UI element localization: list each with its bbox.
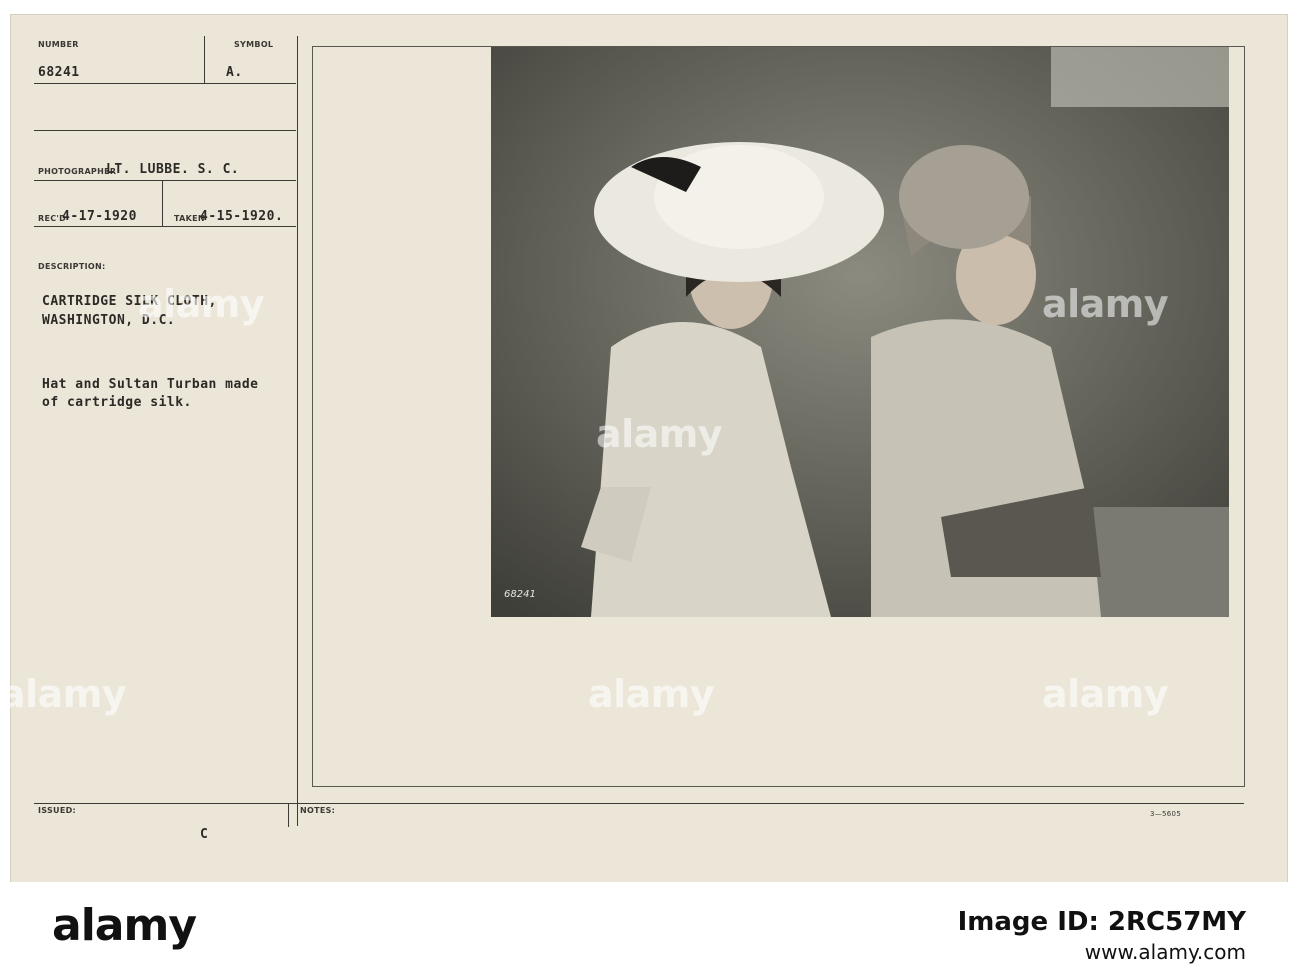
watermark: alamy [1042,282,1169,326]
number-value: 68241 [38,65,80,80]
watermark: alamy [596,412,723,456]
issued-mark: C [200,827,209,842]
form-line-column [297,36,298,826]
caption-line-1: Hat and Sultan Turban made [42,377,259,392]
watermark: alamy [0,672,127,716]
form-code: 3—5605 [1150,810,1182,818]
form-line-photographer [34,180,296,181]
form-line-section [34,130,296,131]
photographer-value: LT. LUBBE. S. C. [106,162,240,177]
symbol-value: A. [226,65,243,80]
mounted-photograph [491,47,1229,617]
watermark: alamy [1042,672,1169,716]
symbol-label: SYMBOL [234,40,274,49]
issued-label: ISSUED: [38,806,77,815]
site-url[interactable]: www.alamy.com [1085,940,1246,964]
negative-number: 68241 [504,589,536,600]
brand-logo[interactable]: alamy [52,900,197,951]
form-line-bottom [34,803,1244,804]
form-line-bottom-divider [288,803,289,827]
caption-line-2: of cartridge silk. [42,395,192,410]
watermark: alamy [588,672,715,716]
notes-label: NOTES: [300,806,336,815]
taken-value: 4-15-1920. [200,209,284,224]
recd-value: 4-17-1920 [62,209,137,224]
form-line-date-divider [162,180,163,226]
description-label: DESCRIPTION: [38,262,106,271]
photographer-label: PHOTOGRAPHER [38,167,117,176]
number-label: NUMBER [38,40,79,49]
photo-illustration [491,47,1229,617]
form-line-symbol-divider [204,36,205,84]
watermark: alamy [138,282,265,326]
form-line-number [34,83,296,84]
image-id: Image ID: 2RC57MY [957,907,1246,937]
form-line-dates [34,226,296,227]
